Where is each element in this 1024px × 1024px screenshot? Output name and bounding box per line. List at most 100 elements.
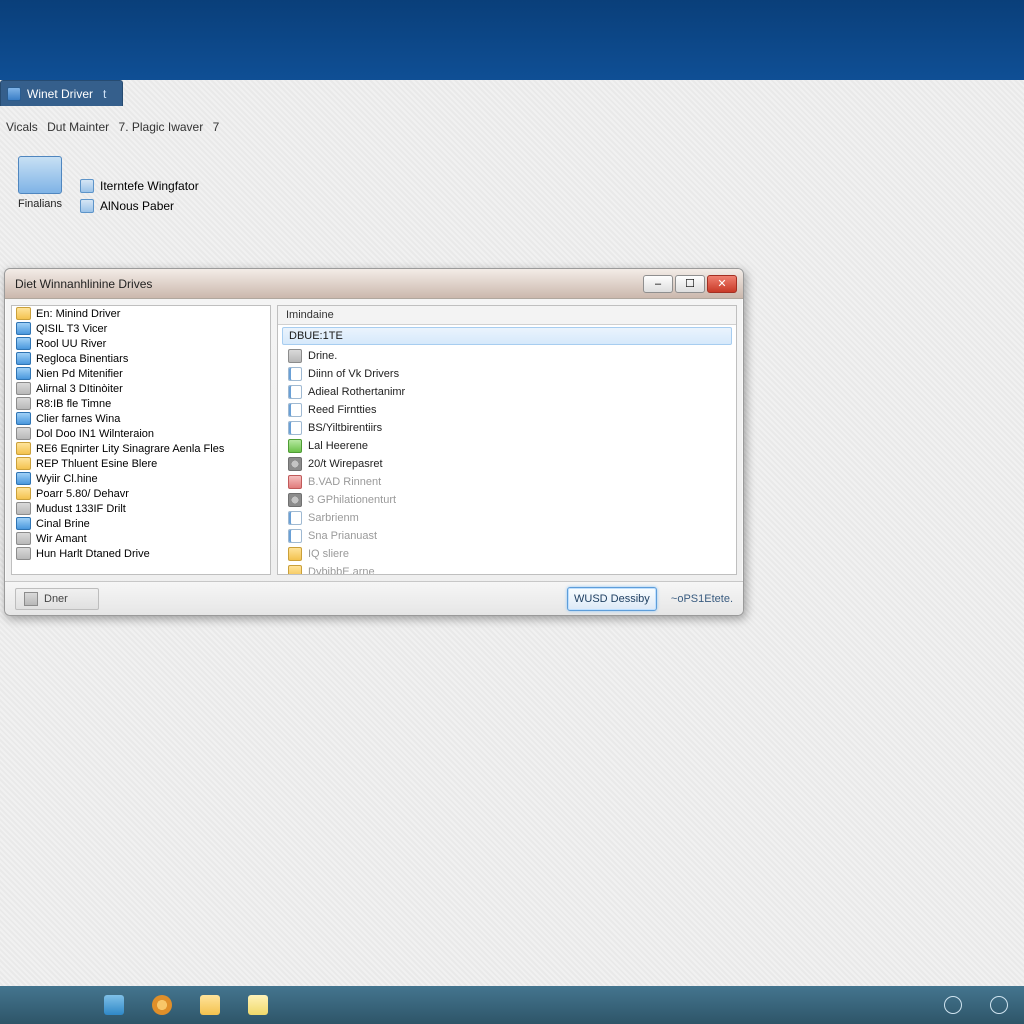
tree-node-label: Cinal Brine bbox=[36, 518, 90, 530]
tree-node-icon bbox=[16, 397, 31, 410]
list-item-label: Sarbrienm bbox=[308, 512, 359, 524]
list-item-icon bbox=[288, 547, 302, 561]
list-item[interactable]: 3 GPhilationenturt bbox=[278, 491, 736, 509]
breadcrumb-part[interactable]: Dut Mainter bbox=[47, 120, 109, 134]
tree-node-label: Wyiir Cl.hine bbox=[36, 473, 98, 485]
status-bar: Dner bbox=[15, 588, 99, 610]
tree-node-icon bbox=[16, 502, 31, 515]
list-item-label: DybibbE.arne bbox=[308, 566, 375, 575]
list-item[interactable]: Lal Heerene bbox=[278, 437, 736, 455]
tray-power-icon[interactable] bbox=[990, 996, 1008, 1014]
tree-node[interactable]: Mudust 133IF Drilt bbox=[12, 501, 270, 516]
minimize-button[interactable]: – bbox=[643, 275, 673, 293]
breadcrumb-part[interactable]: Vicals bbox=[6, 120, 38, 134]
desktop-shortcut[interactable]: Finalians bbox=[10, 156, 70, 210]
tree-node[interactable]: Regloca Binentiars bbox=[12, 351, 270, 366]
tree-node-icon bbox=[16, 337, 31, 350]
tree-node[interactable]: En: Minind Driver bbox=[12, 306, 270, 321]
tree-node-label: Dol Doo IN1 Wilnteraion bbox=[36, 428, 154, 440]
tree-node-icon bbox=[16, 322, 31, 335]
list-item[interactable]: Reed Firntties bbox=[278, 401, 736, 419]
tree-node-icon bbox=[16, 472, 31, 485]
breadcrumb-part[interactable]: 7 bbox=[213, 120, 220, 134]
list-item-label: 3 GPhilationenturt bbox=[308, 494, 396, 506]
list-item[interactable]: IQ sliere bbox=[278, 545, 736, 563]
list-item-label: Adieal Rothertanimr bbox=[308, 386, 405, 398]
tree-node-label: En: Minind Driver bbox=[36, 308, 120, 320]
tree-node[interactable]: Poarr 5.80/ Dehavr bbox=[12, 486, 270, 501]
folder-icon bbox=[18, 156, 62, 194]
dialog-title: Diet Winnanhlinine Drives bbox=[15, 277, 152, 291]
list-item-label: Drine. bbox=[308, 350, 337, 362]
tree-node-icon bbox=[16, 427, 31, 440]
list-item-icon bbox=[288, 475, 302, 489]
dialog-body: En: Minind DriverQISIL T3 Vicer Rool UU R… bbox=[5, 299, 743, 581]
list-item[interactable]: Drine. bbox=[278, 347, 736, 365]
list-item-icon bbox=[288, 565, 302, 575]
dialog-footer: Dner WUSD Dessiby ~oPS1Etete. bbox=[5, 581, 743, 615]
list-item-icon bbox=[288, 349, 302, 363]
tree-node[interactable]: Nien Pd Mitenifier bbox=[12, 366, 270, 381]
list-pane[interactable]: Imindaine DBUE:1TE Drine. Diinn of Vk Dri… bbox=[277, 305, 737, 575]
app-tab-close-icon[interactable]: t bbox=[99, 87, 110, 101]
breadcrumb: Vicals Dut Mainter 7. Plagic Iwaver 7 bbox=[6, 120, 225, 134]
list-item[interactable]: BS/Yiltbirentiirs bbox=[278, 419, 736, 437]
shortcut-label: AlNous Paber bbox=[100, 199, 174, 213]
status-label: Dner bbox=[44, 593, 68, 605]
tree-node[interactable]: RE6 Eqnirter Lity Sinagrare Aenla Fles bbox=[12, 441, 270, 456]
tree-pane[interactable]: En: Minind DriverQISIL T3 Vicer Rool UU R… bbox=[11, 305, 271, 575]
list-column-header[interactable]: Imindaine bbox=[278, 306, 736, 325]
list-item-selected[interactable]: DBUE:1TE bbox=[282, 327, 732, 345]
maximize-button[interactable]: ☐ bbox=[675, 275, 705, 293]
list-item[interactable]: Sna Prianuast bbox=[278, 527, 736, 545]
tree-node[interactable]: QISIL T3 Vicer bbox=[12, 321, 270, 336]
list-item[interactable]: B.VAD Rinnent bbox=[278, 473, 736, 491]
tree-node-label: Regloca Binentiars bbox=[36, 353, 128, 365]
list-item[interactable]: 20/t Wirepasret bbox=[278, 455, 736, 473]
tree-node[interactable]: Wir Amant bbox=[12, 531, 270, 546]
taskbar-app-icon[interactable] bbox=[104, 995, 124, 1015]
app-tab-icon bbox=[7, 87, 21, 101]
list-item-label: Diinn of Vk Drivers bbox=[308, 368, 399, 380]
app-tab[interactable]: Winet Driver t bbox=[0, 80, 123, 106]
list-item-icon bbox=[288, 439, 302, 453]
dialog-titlebar[interactable]: Diet Winnanhlinine Drives – ☐ ✕ bbox=[5, 269, 743, 299]
tree-node[interactable]: Hun Harlt Dtaned Drive bbox=[12, 546, 270, 561]
tree-node-icon bbox=[16, 547, 31, 560]
shortcut-item[interactable]: Iterntefe Wingfator bbox=[80, 176, 199, 196]
taskbar bbox=[0, 986, 1024, 1024]
secondary-action-button[interactable]: ~oPS1Etete. bbox=[671, 593, 733, 605]
tree-node-icon bbox=[16, 307, 31, 320]
list-item-label: B.VAD Rinnent bbox=[308, 476, 381, 488]
shortcut-icon bbox=[80, 179, 94, 193]
tree-node[interactable]: Cinal Brine bbox=[12, 516, 270, 531]
tree-node[interactable]: Dol Doo IN1 Wilnteraion bbox=[12, 426, 270, 441]
list-item[interactable]: Sarbrienm bbox=[278, 509, 736, 527]
taskbar-app-icon[interactable] bbox=[200, 995, 220, 1015]
tree-node-label: Rool UU River bbox=[36, 338, 106, 350]
list-item[interactable]: DybibbE.arne bbox=[278, 563, 736, 575]
tree-node-label: Mudust 133IF Drilt bbox=[36, 503, 126, 515]
tree-node-icon bbox=[16, 442, 31, 455]
tree-node[interactable]: REP Thluent Esine Blere bbox=[12, 456, 270, 471]
breadcrumb-part[interactable]: 7. Plagic Iwaver bbox=[119, 120, 204, 134]
list-item[interactable]: Diinn of Vk Drivers bbox=[278, 365, 736, 383]
list-item-label: 20/t Wirepasret bbox=[308, 458, 383, 470]
list-item-label: Lal Heerene bbox=[308, 440, 368, 452]
taskbar-app-icon[interactable] bbox=[248, 995, 268, 1015]
list-item-icon bbox=[288, 529, 302, 543]
tree-node[interactable]: Rool UU River bbox=[12, 336, 270, 351]
taskbar-app-icon[interactable] bbox=[152, 995, 172, 1015]
primary-action-button[interactable]: WUSD Dessiby bbox=[567, 587, 657, 611]
close-button[interactable]: ✕ bbox=[707, 275, 737, 293]
tree-node[interactable]: Alirnal 3 DItinòiter bbox=[12, 381, 270, 396]
tree-node[interactable]: Wyiir Cl.hine bbox=[12, 471, 270, 486]
shortcut-item[interactable]: AlNous Paber bbox=[80, 196, 199, 216]
tree-node[interactable]: R8:IB fle Timne bbox=[12, 396, 270, 411]
window-controls: – ☐ ✕ bbox=[643, 275, 737, 293]
tree-node[interactable]: Clier farnes Wina bbox=[12, 411, 270, 426]
list-item[interactable]: Adieal Rothertanimr bbox=[278, 383, 736, 401]
list-item-icon bbox=[288, 511, 302, 525]
tray-settings-icon[interactable] bbox=[944, 996, 962, 1014]
tree-node-label: RE6 Eqnirter Lity Sinagrare Aenla Fles bbox=[36, 443, 224, 455]
